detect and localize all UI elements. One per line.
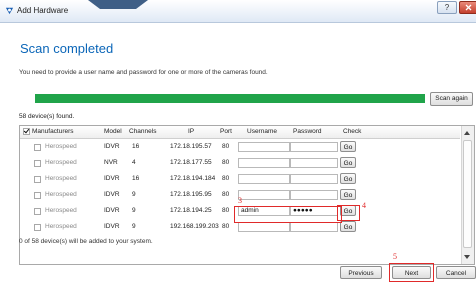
channels-cell: 9 bbox=[132, 191, 136, 198]
ip-cell: 172.18.195.57 bbox=[170, 143, 212, 150]
port-cell: 80 bbox=[222, 223, 230, 230]
previous-button[interactable]: Previous bbox=[340, 266, 382, 279]
username-field[interactable] bbox=[238, 158, 290, 168]
model-cell: IDVR bbox=[104, 191, 120, 198]
manufacturer-cell: Herospeed bbox=[45, 143, 77, 150]
ip-cell: 172.18.194.25 bbox=[170, 207, 212, 214]
manufacturer-cell: Herospeed bbox=[45, 191, 77, 198]
instruction-text: You need to provide a user name and pass… bbox=[19, 69, 268, 76]
row-checkbox[interactable] bbox=[34, 192, 41, 199]
title-bar: Add Hardware ? bbox=[0, 0, 476, 23]
table-scrollbar[interactable] bbox=[461, 126, 474, 264]
model-cell: IDVR bbox=[104, 223, 120, 230]
devices-found-text: 58 device(s) found. bbox=[19, 113, 75, 120]
username-field[interactable] bbox=[238, 142, 290, 152]
manufacturer-cell: Herospeed bbox=[45, 207, 77, 214]
port-cell: 80 bbox=[222, 207, 230, 214]
username-field[interactable] bbox=[238, 222, 290, 232]
ip-cell: 172.18.177.55 bbox=[170, 159, 212, 166]
annotation-5: 5 bbox=[393, 252, 397, 261]
row-checkbox[interactable] bbox=[34, 160, 41, 167]
username-field[interactable] bbox=[238, 190, 290, 200]
manufacturer-cell: Herospeed bbox=[45, 159, 77, 166]
column-ip[interactable]: IP bbox=[188, 128, 194, 135]
port-cell: 80 bbox=[222, 191, 230, 198]
go-button[interactable]: Go bbox=[340, 157, 356, 168]
column-model[interactable]: Model bbox=[104, 128, 122, 135]
scan-progress-bar bbox=[35, 94, 425, 103]
username-field[interactable] bbox=[238, 174, 290, 184]
row-checkbox[interactable] bbox=[34, 144, 41, 151]
column-check[interactable]: Check bbox=[343, 128, 361, 135]
port-cell: 80 bbox=[222, 175, 230, 182]
model-cell: NVR bbox=[104, 159, 118, 166]
scroll-thumb[interactable] bbox=[463, 140, 472, 248]
manufacturer-cell: Herospeed bbox=[45, 223, 77, 230]
column-port[interactable]: Port bbox=[220, 128, 232, 135]
page-title: Scan completed bbox=[20, 41, 114, 56]
camera-icon bbox=[5, 7, 14, 15]
row-checkbox[interactable] bbox=[34, 208, 41, 215]
annotation-box-go bbox=[337, 205, 360, 221]
table-header: Manufacturers Model Channels IP Port Use… bbox=[20, 126, 460, 139]
column-username[interactable]: Username bbox=[247, 128, 277, 135]
ip-cell: 172.18.194.184 bbox=[170, 175, 216, 182]
close-button[interactable] bbox=[459, 1, 476, 14]
channels-cell: 16 bbox=[132, 175, 140, 182]
row-checkbox[interactable] bbox=[34, 176, 41, 183]
column-channels[interactable]: Channels bbox=[129, 128, 156, 135]
go-button[interactable]: Go bbox=[340, 141, 356, 152]
go-button[interactable]: Go bbox=[340, 221, 356, 232]
table-row[interactable]: Herospeed IDVR 16 172.18.194.184 80 Go bbox=[20, 172, 460, 187]
scan-again-button[interactable]: Scan again bbox=[430, 92, 473, 106]
channels-cell: 9 bbox=[132, 207, 136, 214]
go-button[interactable]: Go bbox=[340, 189, 356, 200]
title-decoration bbox=[88, 0, 148, 9]
annotation-box-next bbox=[389, 263, 434, 282]
password-field[interactable] bbox=[290, 190, 338, 200]
annotation-box-credentials bbox=[234, 206, 342, 223]
scroll-up-icon[interactable] bbox=[464, 131, 470, 135]
channels-cell: 9 bbox=[132, 223, 136, 230]
channels-cell: 4 bbox=[132, 159, 136, 166]
model-cell: IDVR bbox=[104, 175, 120, 182]
column-manufacturers[interactable]: Manufacturers bbox=[32, 128, 74, 135]
password-field[interactable] bbox=[290, 174, 338, 184]
port-cell: 80 bbox=[222, 159, 230, 166]
table-row[interactable]: Herospeed IDVR 16 172.18.195.57 80 Go bbox=[20, 140, 460, 155]
window-title: Add Hardware bbox=[17, 6, 69, 15]
ip-cell: 172.18.195.95 bbox=[170, 191, 212, 198]
password-field[interactable] bbox=[290, 142, 338, 152]
annotation-4: 4 bbox=[362, 201, 366, 210]
model-cell: IDVR bbox=[104, 207, 120, 214]
go-button[interactable]: Go bbox=[340, 173, 356, 184]
port-cell: 80 bbox=[222, 143, 230, 150]
ip-cell: 192.168.199.203 bbox=[170, 223, 219, 230]
scroll-down-icon[interactable] bbox=[464, 255, 470, 259]
cancel-button[interactable]: Cancel bbox=[436, 266, 476, 279]
summary-text: 0 of 58 device(s) will be added to your … bbox=[19, 238, 153, 245]
channels-cell: 16 bbox=[132, 143, 140, 150]
row-checkbox[interactable] bbox=[34, 224, 41, 231]
manufacturer-cell: Herospeed bbox=[45, 175, 77, 182]
column-password[interactable]: Password bbox=[293, 128, 322, 135]
select-all-checkbox[interactable] bbox=[23, 128, 30, 135]
table-row[interactable]: Herospeed NVR 4 172.18.177.55 80 Go bbox=[20, 156, 460, 171]
help-button[interactable]: ? bbox=[437, 1, 457, 14]
help-icon: ? bbox=[444, 3, 450, 12]
close-icon bbox=[465, 4, 472, 11]
annotation-3: 3 bbox=[238, 196, 242, 205]
password-field[interactable] bbox=[290, 222, 338, 232]
model-cell: IDVR bbox=[104, 143, 120, 150]
password-field[interactable] bbox=[290, 158, 338, 168]
